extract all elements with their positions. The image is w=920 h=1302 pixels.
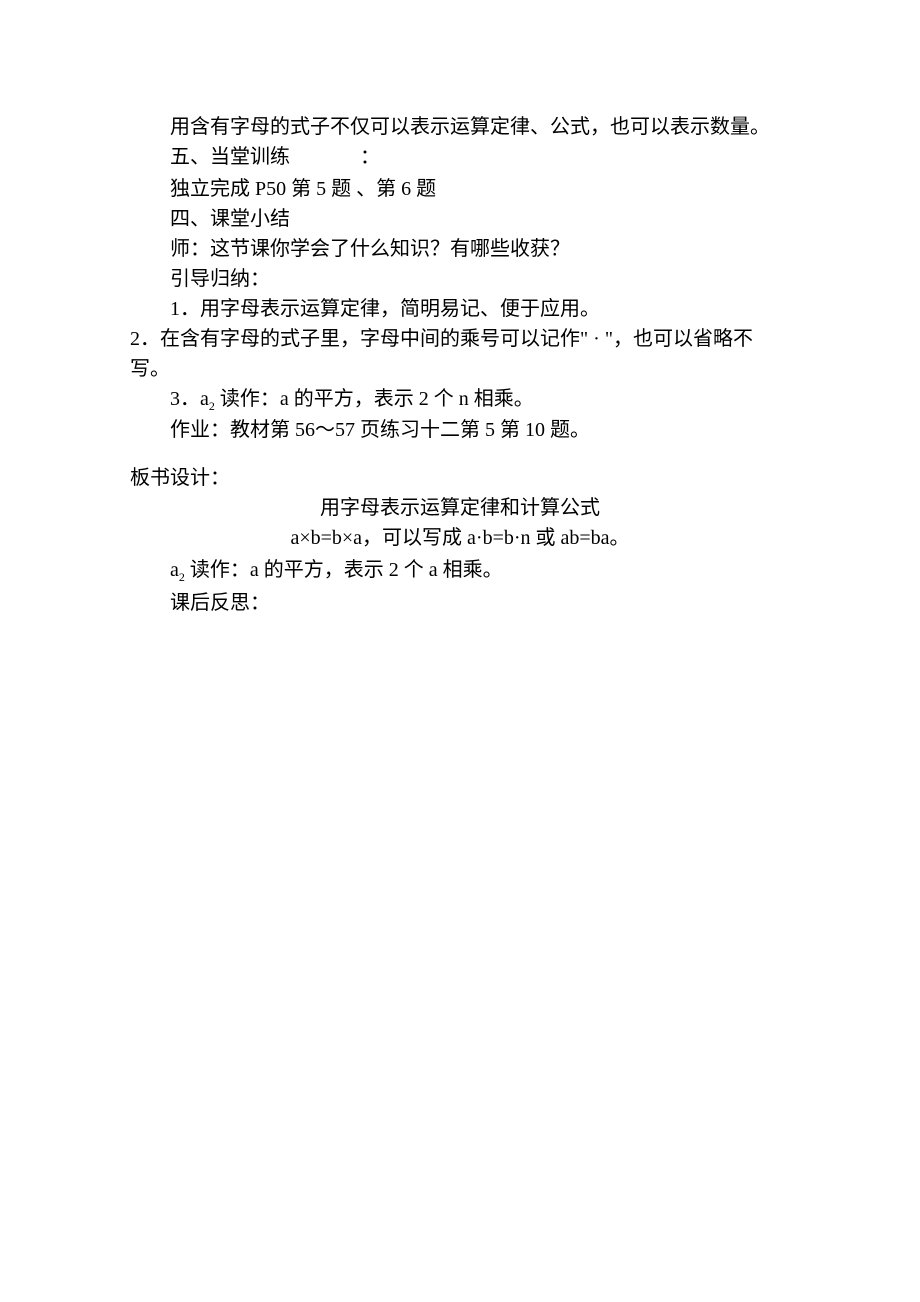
text-prefix: a [170,559,179,581]
body-text: 作业：教材第 56～57 页练习十二第 5 第 10 题。 [130,415,790,445]
document-page: 用含有字母的式子不仅可以表示运算定律、公式，也可以表示数量。 五、当堂训练 ： 独… [0,0,920,618]
body-text: 引导归纳： [130,264,790,294]
section-header-4: 四、课堂小结 [130,204,790,234]
body-text: 独立完成 P50 第 5 题 、第 6 题 [130,174,790,204]
text: 2．在含有字母的式子里，字母中间的乘号可以记作" · "，也可以省略不写。 [130,328,753,380]
text-suffix: 读作：a 的平方，表示 2 个 a 相乘。 [185,559,503,581]
section-header-5: 五、当堂训练 ： [130,142,790,172]
body-text: 用含有字母的式子不仅可以表示运算定律、公式，也可以表示数量。 [130,112,790,142]
body-text: 师：这节课你学会了什么知识？有哪些收获？ [130,234,790,264]
list-item: 1．用字母表示运算定律，简明易记、便于应用。 [130,294,790,324]
text-suffix: 读作：a 的平方，表示 2 个 n 相乘。 [215,388,534,410]
section-label: 五、当堂训练 [170,146,290,168]
text-prefix: 3．a [170,388,209,410]
list-item: 3．a2 读作：a 的平方，表示 2 个 n 相乘。 [130,384,790,415]
colon: ： [360,146,380,168]
section-header-reflection: 课后反思： [130,588,790,618]
board-reading: a2 读作：a 的平方，表示 2 个 a 相乘。 [130,555,790,586]
section-header-board: 板书设计： [130,463,790,493]
board-title: 用字母表示运算定律和计算公式 [130,493,790,523]
board-formula: a×b=b×a，可以写成 a·b=b·n 或 ab=ba。 [130,523,790,553]
list-item: 2．在含有字母的式子里，字母中间的乘号可以记作" · "，也可以省略不写。 [130,324,790,384]
